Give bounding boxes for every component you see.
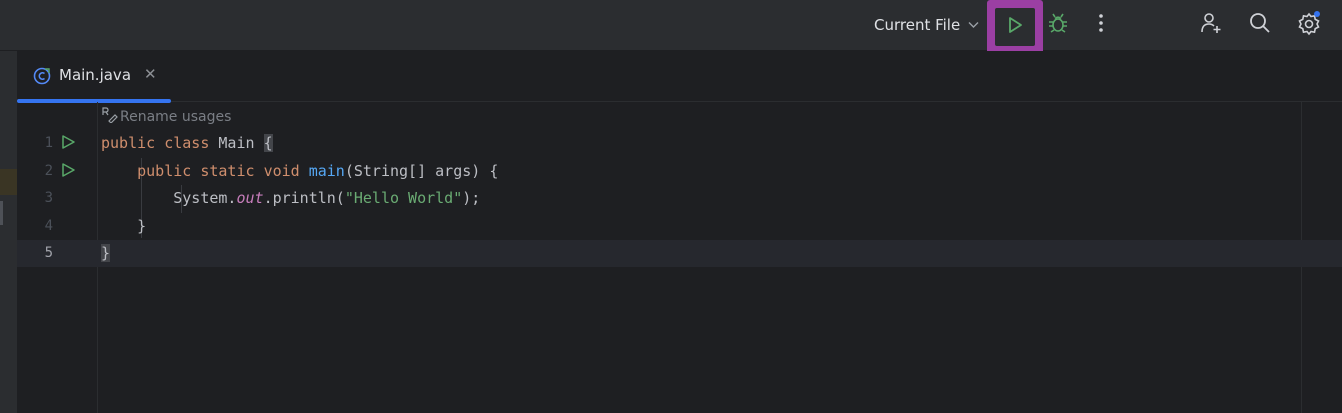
add-user-button[interactable]	[1194, 8, 1228, 42]
settings-button[interactable]	[1292, 8, 1326, 42]
add-user-icon	[1199, 11, 1223, 39]
active-tab-indicator	[17, 99, 171, 103]
rename-icon	[102, 107, 118, 127]
code-line-5[interactable]: 5 }	[17, 240, 1342, 267]
code-text: }	[137, 217, 147, 235]
gear-icon	[1296, 10, 1322, 40]
code-line-2[interactable]: 2 public static void main(String[] args)…	[17, 158, 1342, 185]
rename-usages-hint[interactable]: Rename usages	[102, 107, 231, 127]
rename-usages-label: Rename usages	[120, 109, 232, 125]
search-icon	[1249, 12, 1271, 38]
debug-bug-icon	[1047, 12, 1069, 38]
line-number: 1	[44, 135, 53, 151]
search-button[interactable]	[1243, 8, 1277, 42]
change-marker	[0, 169, 17, 195]
gutter-run-icon[interactable]	[60, 162, 76, 182]
code-line-1[interactable]: 1 public class Main {	[17, 130, 1342, 157]
line-number: 3	[44, 190, 53, 206]
code-text: }	[101, 244, 111, 262]
more-actions-button[interactable]	[1084, 8, 1118, 42]
code-text: public class Main {	[101, 134, 273, 152]
left-tool-strip	[0, 51, 17, 413]
run-button[interactable]	[987, 0, 1043, 54]
editor-tab-bar: Main.java ✕	[17, 51, 1342, 103]
code-text: System.out.println("Hello World");	[173, 189, 481, 207]
code-text: public static void main(String[] args) {	[137, 162, 499, 180]
line-number: 5	[44, 245, 53, 261]
line-number: 2	[44, 163, 53, 179]
close-icon[interactable]: ✕	[144, 65, 157, 83]
tab-label: Main.java	[59, 66, 132, 84]
debug-button[interactable]	[1041, 8, 1075, 42]
scroll-marker	[0, 201, 3, 225]
gutter-run-icon[interactable]	[60, 134, 76, 154]
run-icon	[1005, 15, 1025, 39]
chevron-down-icon	[968, 19, 979, 32]
code-line-4[interactable]: 4 }	[17, 213, 1342, 240]
more-vertical-icon	[1098, 13, 1104, 37]
line-number: 4	[44, 218, 53, 234]
run-configuration-label: Current File	[874, 16, 961, 34]
code-line-3[interactable]: 3 System.out.println("Hello World");	[17, 185, 1342, 212]
tab-main-java[interactable]: Main.java ✕	[17, 51, 171, 103]
java-class-icon	[33, 67, 51, 89]
main-toolbar: Current File	[0, 0, 1342, 54]
run-configuration-selector[interactable]: Current File	[874, 14, 979, 36]
